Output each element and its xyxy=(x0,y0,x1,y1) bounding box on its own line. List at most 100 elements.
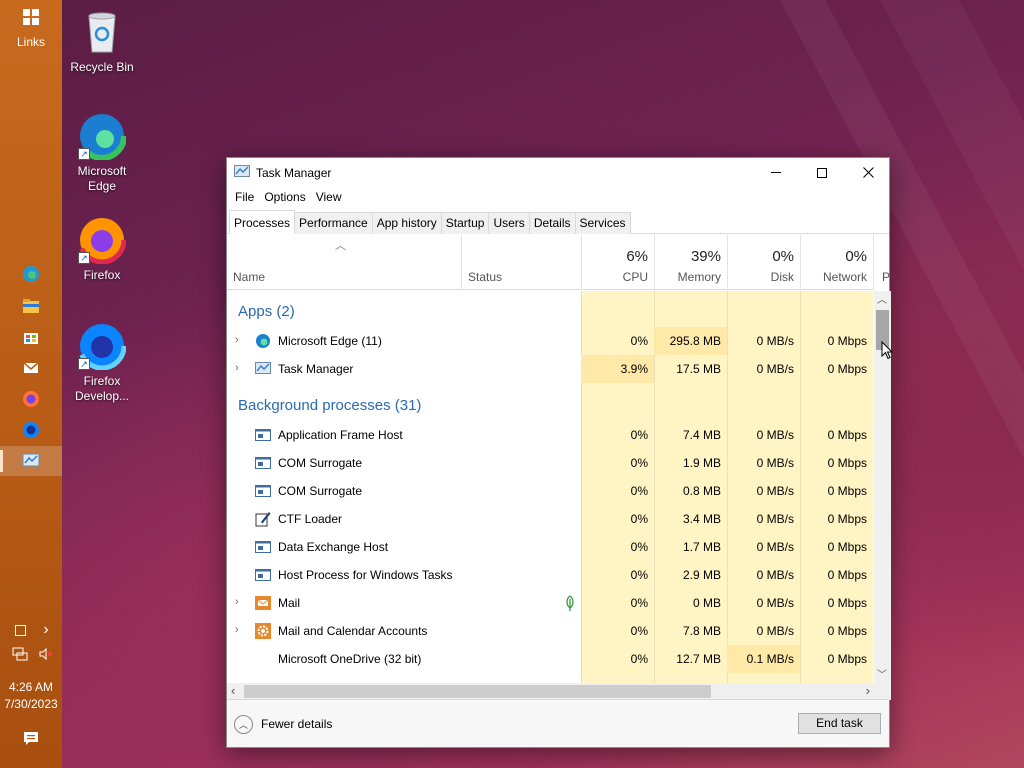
disk-value: 0 MB/s xyxy=(756,484,794,498)
column-disk[interactable]: 0% Disk xyxy=(727,235,800,290)
start-button[interactable] xyxy=(0,4,62,30)
taskbar-firefox-developer[interactable] xyxy=(0,416,62,444)
table-row[interactable]: › Microsoft Edge (11) 0% 295.8 MB 0 MB/s… xyxy=(227,327,874,355)
chevron-right-icon[interactable]: › xyxy=(235,362,245,376)
chevron-right-icon[interactable]: › xyxy=(235,596,245,610)
column-status[interactable]: Status xyxy=(461,235,581,290)
process-name: Host Process for Windows Tasks xyxy=(278,568,453,582)
scroll-left-arrow-icon[interactable]: ‹ xyxy=(231,683,235,698)
disk-value: 0 MB/s xyxy=(756,362,794,376)
table-row[interactable]: › Mail and Calendar Accounts 0% 7.8 MB 0… xyxy=(227,617,874,645)
tab-processes[interactable]: Processes xyxy=(229,210,296,234)
desktop-icon-firefox-developer[interactable]: ↗ Firefox Develop... xyxy=(62,321,142,404)
close-icon xyxy=(862,167,874,178)
memory-value: 7.4 MB xyxy=(682,428,721,442)
table-row[interactable]: › Task Manager 3.9% 17.5 MB 0 MB/s 0 Mbp… xyxy=(227,355,874,383)
tab-performance[interactable]: Performance xyxy=(294,212,373,234)
table-row[interactable]: › Mail 0% 0 MB 0 MB/s 0 Mbps xyxy=(227,589,874,617)
disk-value: 0 MB/s xyxy=(756,540,794,554)
column-network[interactable]: 0% Network xyxy=(800,235,873,290)
menu-options[interactable]: Options xyxy=(259,187,310,209)
network-total: 0% xyxy=(845,248,867,265)
table-row[interactable]: CTF Loader 0% 3.4 MB 0 MB/s 0 Mbps xyxy=(227,505,874,533)
scroll-right-arrow-icon[interactable]: › xyxy=(866,683,870,698)
firefox-icon xyxy=(23,391,39,407)
chevron-up-circle-icon: ︿ xyxy=(234,714,253,734)
cpu-value: 0% xyxy=(630,484,648,498)
memory-value: 0 MB xyxy=(692,596,721,610)
disk-total: 0% xyxy=(772,248,794,265)
process-name: Mail and Calendar Accounts xyxy=(278,624,428,638)
cpu-value: 0% xyxy=(630,624,648,638)
tab-users[interactable]: Users xyxy=(488,212,530,234)
recycle-bin-icon xyxy=(88,12,116,53)
process-name: Application Frame Host xyxy=(278,428,403,442)
disk-value: 0.1 MB/s xyxy=(727,645,800,673)
group-header-apps[interactable]: Apps (2) xyxy=(238,303,295,320)
taskbar-mail[interactable] xyxy=(0,354,62,382)
mail-icon xyxy=(255,596,271,610)
column-memory[interactable]: 39% Memory xyxy=(654,235,727,290)
table-row[interactable]: COM Surrogate 0% 0.8 MB 0 MB/s 0 Mbps xyxy=(227,477,874,505)
table-row[interactable]: COM Surrogate 0% 1.9 MB 0 MB/s 0 Mbps xyxy=(227,449,874,477)
cpu-value: 0% xyxy=(630,512,648,526)
desktop-icon-recycle-bin[interactable]: Recycle Bin xyxy=(62,8,142,75)
cpu-total: 6% xyxy=(626,248,648,265)
menu-file[interactable]: File xyxy=(230,187,259,209)
window-icon xyxy=(255,541,271,553)
process-name: Data Exchange Host xyxy=(278,540,389,554)
window-title: Task Manager xyxy=(256,166,332,180)
menu-view[interactable]: View xyxy=(311,187,347,209)
close-button[interactable] xyxy=(845,158,891,187)
tab-startup[interactable]: Startup xyxy=(440,212,490,234)
disk-value: 0 MB/s xyxy=(756,428,794,442)
column-cpu[interactable]: 6% CPU xyxy=(581,235,654,290)
taskbar-task-manager[interactable] xyxy=(0,446,62,476)
network-value: 0 Mbps xyxy=(827,512,867,526)
links-label[interactable]: Links xyxy=(0,35,62,49)
horizontal-scroll-thumb[interactable] xyxy=(244,685,711,698)
network-value: 0 Mbps xyxy=(827,624,867,638)
desktop-icon-microsoft-edge[interactable]: ↗ Microsoft Edge xyxy=(62,111,142,194)
column-power-partial[interactable]: P xyxy=(873,235,890,290)
taskbar-edge[interactable] xyxy=(0,260,62,288)
process-name: Microsoft Edge (11) xyxy=(278,334,382,348)
column-name[interactable]: ︿ Name xyxy=(227,235,461,290)
scroll-down-arrow-icon[interactable]: ﹀ xyxy=(877,666,887,681)
window-icon xyxy=(255,429,271,441)
horizontal-scrollbar[interactable]: ‹ › xyxy=(227,683,874,700)
volume-tray-icon[interactable] xyxy=(32,644,60,664)
task-manager-icon xyxy=(22,453,40,467)
scroll-up-arrow-icon[interactable]: ︿ xyxy=(877,291,887,306)
minimize-button[interactable] xyxy=(753,158,799,187)
title-bar[interactable]: Task Manager xyxy=(227,158,889,187)
shortcut-arrow-icon: ↗ xyxy=(78,252,90,264)
group-header-background[interactable]: Background processes (31) xyxy=(238,397,421,414)
process-name: CTF Loader xyxy=(278,512,343,526)
fewer-details-button[interactable]: ︿ Fewer details xyxy=(234,713,332,735)
taskbar-file-explorer[interactable] xyxy=(0,292,62,320)
shortcut-arrow-icon: ↗ xyxy=(78,148,90,160)
tab-details[interactable]: Details xyxy=(528,212,576,234)
show-more-button[interactable]: › xyxy=(32,620,60,640)
chevron-right-icon[interactable]: › xyxy=(235,624,245,638)
table-row[interactable]: Microsoft OneDrive (32 bit) 0% 12.7 MB 0… xyxy=(227,645,874,673)
taskbar-store[interactable] xyxy=(0,323,62,351)
end-task-button[interactable]: End task xyxy=(798,713,881,734)
table-row[interactable]: Data Exchange Host 0% 1.7 MB 0 MB/s 0 Mb… xyxy=(227,533,874,561)
clock-date[interactable]: 7/30/2023 xyxy=(0,697,62,711)
desktop-icon-firefox[interactable]: ↗ Firefox xyxy=(62,215,142,283)
maximize-button[interactable] xyxy=(799,158,845,187)
memory-value: 1.9 MB xyxy=(682,456,721,470)
taskbar-firefox[interactable] xyxy=(0,385,62,413)
table-row[interactable]: Host Process for Windows Tasks 0% 2.9 MB… xyxy=(227,561,874,589)
tab-services[interactable]: Services xyxy=(574,212,631,234)
table-row[interactable]: Application Frame Host 0% 7.4 MB 0 MB/s … xyxy=(227,421,874,449)
clock-time[interactable]: 4:26 AM xyxy=(0,680,62,694)
tab-app-history[interactable]: App history xyxy=(371,212,442,234)
chevron-right-icon[interactable]: › xyxy=(235,334,245,348)
action-center-button[interactable] xyxy=(0,728,62,750)
memory-value: 2.9 MB xyxy=(682,568,721,582)
chevron-right-icon: › xyxy=(43,621,49,638)
edge-icon xyxy=(256,334,270,348)
